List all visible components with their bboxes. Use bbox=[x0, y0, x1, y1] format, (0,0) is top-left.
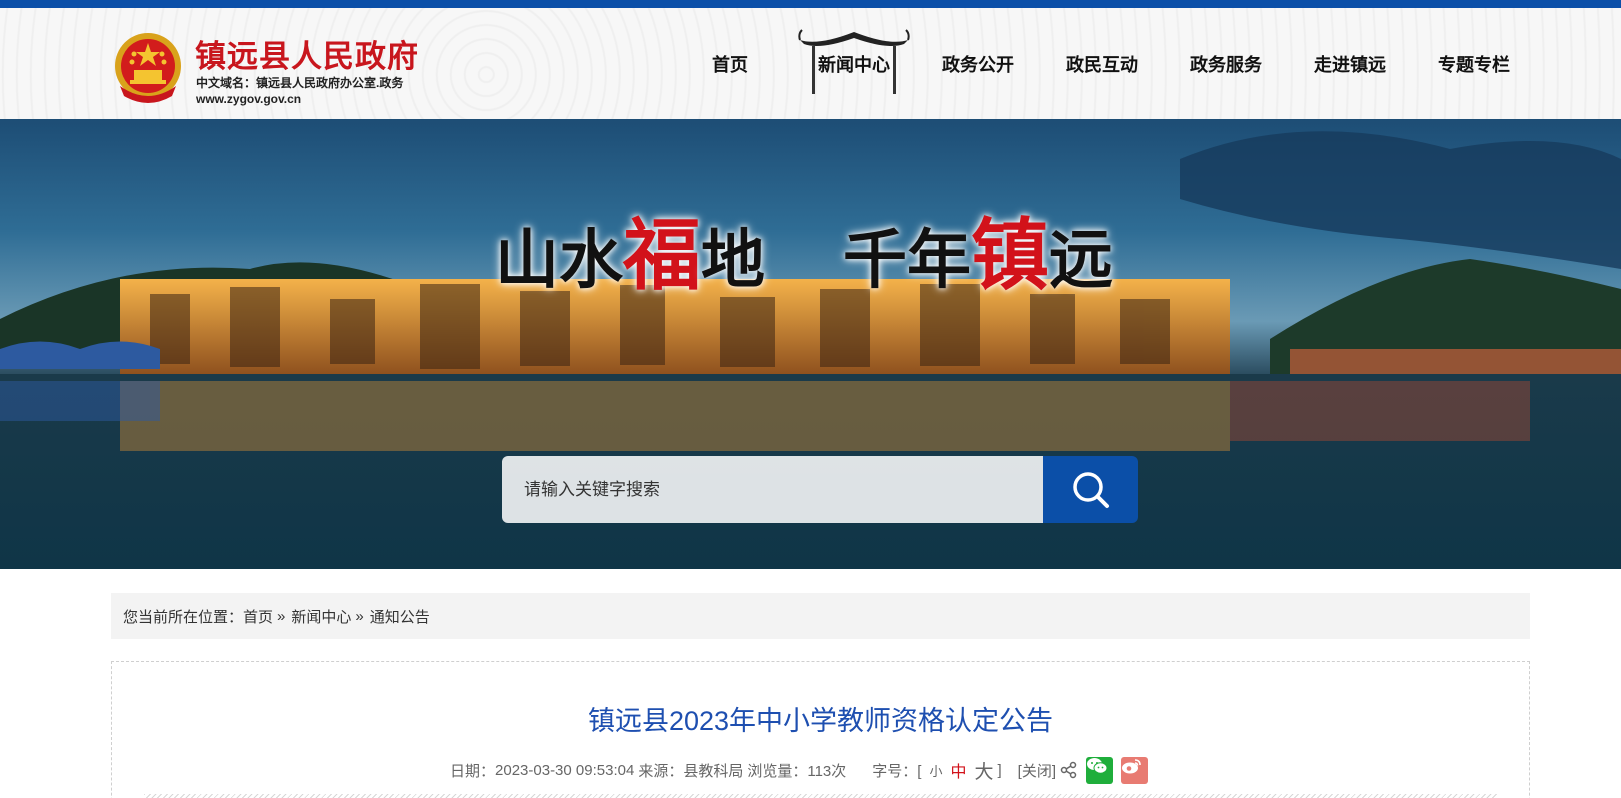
site-domain-label: 中文域名：镇远县人民政府办公室.政务 bbox=[196, 76, 404, 90]
close-button[interactable]: [关闭] bbox=[1018, 760, 1056, 781]
breadcrumb-news[interactable]: 新闻中心 bbox=[291, 606, 351, 627]
wechat-icon bbox=[1087, 757, 1108, 774]
breadcrumb-separator: » bbox=[277, 607, 286, 625]
breadcrumb-prefix: 您当前所在位置： bbox=[123, 608, 244, 626]
views-label: 浏览量： bbox=[747, 762, 808, 780]
banner-slogan-left: 山水福地 bbox=[495, 193, 765, 305]
slogan-text: 千年 bbox=[843, 223, 971, 298]
nav-item-services[interactable]: 政务服务 bbox=[1164, 8, 1288, 119]
search-bar bbox=[502, 456, 1138, 523]
breadcrumb: 您当前所在位置： 首页 » 新闻中心 » 通知公告 bbox=[111, 593, 1530, 639]
nav-label: 走进镇远 bbox=[1314, 54, 1386, 75]
weibo-icon bbox=[1122, 758, 1141, 773]
wechat-share-button[interactable] bbox=[1086, 756, 1114, 784]
search-button[interactable] bbox=[1043, 456, 1138, 523]
breadcrumb-separator: » bbox=[355, 607, 364, 625]
fontsize-label: 字号：[ bbox=[872, 762, 922, 780]
top-accent-bar bbox=[0, 0, 1621, 8]
fontsize-small-button[interactable]: 小 bbox=[929, 761, 942, 780]
source-label: 来源： bbox=[638, 762, 684, 780]
site-url: www.zygov.gov.cn bbox=[196, 92, 302, 106]
article-source: 县教科局 bbox=[683, 762, 744, 780]
nav-label: 政民互动 bbox=[1066, 54, 1138, 75]
search-icon bbox=[1072, 471, 1109, 508]
site-title: 镇远县人民政府 bbox=[195, 39, 419, 75]
weibo-share-button[interactable] bbox=[1121, 756, 1149, 784]
nav-item-news[interactable]: 新闻中心 bbox=[792, 8, 916, 119]
site-logo[interactable]: 镇远县人民政府 中文域名：镇远县人民政府办公室.政务 www.zygov.gov… bbox=[110, 26, 440, 112]
slogan-text: 山水 bbox=[495, 223, 623, 298]
nav-label: 政务公开 bbox=[942, 54, 1014, 75]
article-divider bbox=[144, 794, 1497, 798]
article-title: 镇远县2023年中小学教师资格认定公告 bbox=[587, 706, 1054, 736]
article-meta: 日期： 2023-03-30 09:53:04 来源： 县教科局 浏览量： 11… bbox=[450, 756, 1149, 784]
slogan-text: 远 bbox=[1049, 223, 1114, 298]
date-label: 日期： bbox=[450, 762, 496, 780]
banner-slogan-right: 千年镇远 bbox=[843, 193, 1113, 305]
nav-item-topics[interactable]: 专题专栏 bbox=[1412, 8, 1536, 119]
breadcrumb-notices[interactable]: 通知公告 bbox=[370, 606, 430, 627]
slogan-text: 地 bbox=[701, 223, 766, 298]
nav-item-home[interactable]: 首页 bbox=[668, 8, 792, 119]
search-input[interactable] bbox=[502, 456, 1043, 523]
emblem-icon bbox=[115, 33, 181, 103]
nav-item-gov-affairs[interactable]: 政务公开 bbox=[916, 8, 1040, 119]
nav-label: 政务服务 bbox=[1190, 54, 1262, 75]
fontsize-end: ] bbox=[997, 761, 1002, 779]
breadcrumb-home[interactable]: 首页 bbox=[243, 606, 273, 627]
share-icon[interactable] bbox=[1060, 761, 1078, 779]
article-date: 2023-03-30 09:53:04 bbox=[495, 761, 635, 779]
fontsize-medium-button[interactable]: 中 bbox=[950, 758, 966, 782]
main-nav: 首页 新闻中心 政务公开 政民互动 政务服务 走进镇远 专题专栏 bbox=[668, 8, 1536, 119]
slogan-text: 镇 bbox=[971, 210, 1050, 301]
nav-item-interaction[interactable]: 政民互动 bbox=[1040, 8, 1164, 119]
nav-label: 首页 bbox=[712, 54, 748, 75]
slogan-text: 福 bbox=[623, 210, 702, 301]
nav-label: 专题专栏 bbox=[1438, 54, 1510, 75]
fontsize-large-button[interactable]: 大 bbox=[974, 757, 993, 784]
article-views: 113次 bbox=[807, 762, 847, 780]
nav-item-about[interactable]: 走进镇远 bbox=[1288, 8, 1412, 119]
nav-label: 新闻中心 bbox=[818, 54, 890, 75]
article-panel: 镇远县2023年中小学教师资格认定公告 日期： 2023-03-30 09:53… bbox=[111, 661, 1530, 798]
